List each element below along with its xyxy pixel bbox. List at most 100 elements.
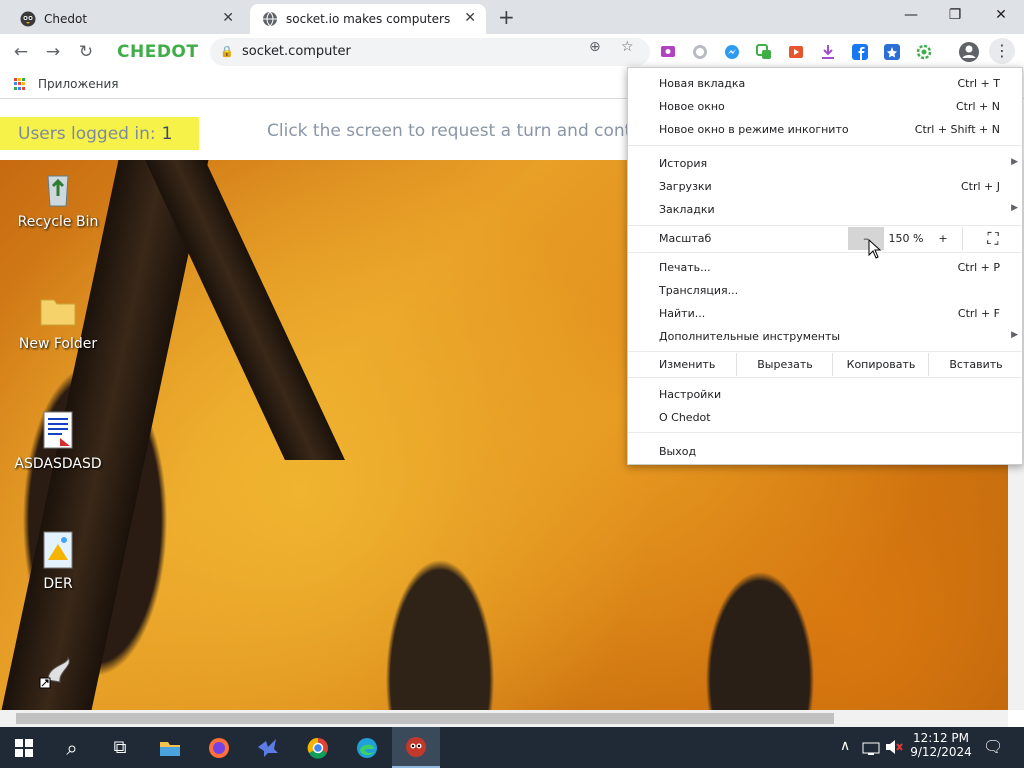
lock-icon[interactable]: 🔒 xyxy=(220,45,234,58)
back-button[interactable]: ← xyxy=(9,40,33,64)
restore-button[interactable]: ❐ xyxy=(932,0,978,30)
tray-chevron-icon[interactable]: ∧ xyxy=(840,738,850,754)
forward-button[interactable]: → xyxy=(41,40,65,64)
menu-item-label: Загрузки xyxy=(659,180,712,193)
minimize-button[interactable]: — xyxy=(888,0,934,30)
windows-taskbar: ⌕ ⧉ ∧ 12:12 PM 9/12/2024 🗨 xyxy=(0,727,1024,768)
tab-strip: Chedot ✕ socket.io makes computers ✕ + —… xyxy=(0,0,1024,34)
clock-date: 9/12/2024 xyxy=(910,745,972,759)
menu-separator xyxy=(628,225,1022,226)
menu-separator xyxy=(628,252,1022,253)
folder-icon xyxy=(38,290,78,330)
download-extension-icon[interactable] xyxy=(820,44,836,60)
close-window-button[interactable]: ✕ xyxy=(978,0,1024,30)
menu-item-shortcut: Ctrl + Shift + N xyxy=(914,123,1000,136)
menu-item-shortcut: Ctrl + J xyxy=(960,180,1000,193)
start-button[interactable] xyxy=(0,727,48,768)
menu-item-zoom: Масштаб – 150 % + ⛶ xyxy=(628,227,1022,250)
menu-item-downloads[interactable]: Загрузки Ctrl + J xyxy=(628,175,1022,198)
tab-chedot[interactable]: Chedot ✕ xyxy=(8,4,244,34)
menu-item-shortcut: Ctrl + P xyxy=(957,261,1000,274)
translate-extension-icon[interactable] xyxy=(756,44,772,60)
menu-item-label: Найти... xyxy=(659,307,706,320)
menu-item-exit[interactable]: Выход xyxy=(628,440,1022,463)
cut-button[interactable]: Вырезать xyxy=(736,353,833,376)
desktop-icon-asdasdasd[interactable]: ASDASDASD xyxy=(8,410,108,472)
firefox-icon[interactable] xyxy=(195,727,243,768)
menu-item-incognito[interactable]: Новое окно в режиме инкогнито Ctrl + Shi… xyxy=(628,118,1022,141)
copy-button[interactable]: Копировать xyxy=(832,353,929,376)
chrome-icon[interactable] xyxy=(294,727,342,768)
desktop-icon-recycle-bin[interactable]: Recycle Bin xyxy=(8,168,108,230)
close-tab-icon[interactable]: ✕ xyxy=(464,10,476,26)
bird-app-icon[interactable] xyxy=(244,727,292,768)
brand-logo[interactable]: CHEDOT xyxy=(117,42,198,62)
submenu-arrow-icon: ▶ xyxy=(1011,330,1018,340)
menu-item-history[interactable]: История ▶ xyxy=(628,152,1022,175)
reload-button[interactable]: ↻ xyxy=(74,40,98,64)
cast-extension-icon[interactable] xyxy=(660,44,676,60)
file-explorer-icon[interactable] xyxy=(146,727,194,768)
paste-button[interactable]: Вставить xyxy=(928,353,1023,376)
menu-item-label: Трансляция... xyxy=(659,284,739,297)
messenger-extension-icon[interactable] xyxy=(724,44,740,60)
menu-item-label: Дополнительные инструменты xyxy=(659,330,841,343)
image-file-icon xyxy=(38,530,78,570)
settings-extension-icon[interactable] xyxy=(916,44,932,60)
menu-button[interactable]: ⋮ xyxy=(989,38,1015,64)
shortcut-icon xyxy=(38,650,78,690)
address-bar[interactable]: 🔒 socket.computer xyxy=(210,38,650,66)
notifications-icon[interactable]: 🗨 xyxy=(983,737,1003,756)
menu-item-settings[interactable]: Настройки xyxy=(628,383,1022,406)
menu-item-label: Печать... xyxy=(659,261,711,274)
tab-title: Chedot xyxy=(44,12,88,26)
url-text[interactable]: socket.computer xyxy=(242,44,351,59)
menu-item-print[interactable]: Печать... Ctrl + P xyxy=(628,256,1022,279)
desktop-icon-label: New Folder xyxy=(18,336,98,352)
users-count: 1 xyxy=(161,123,173,144)
start-icon xyxy=(15,738,33,757)
close-tab-icon[interactable]: ✕ xyxy=(222,10,234,26)
menu-item-bookmarks[interactable]: Закладки ▶ xyxy=(628,198,1022,221)
network-icon[interactable] xyxy=(862,740,880,760)
bookmark-star-icon[interactable]: ☆ xyxy=(621,39,634,55)
tab-socket-io[interactable]: socket.io makes computers ✕ xyxy=(250,4,486,34)
desktop-icon-label: DER xyxy=(43,576,73,592)
menu-separator xyxy=(628,432,1022,433)
menu-item-label: Новая вкладка xyxy=(659,77,746,90)
zoom-indicator-icon[interactable]: ⊕ xyxy=(589,39,601,55)
submenu-arrow-icon: ▶ xyxy=(1011,157,1018,167)
whatsapp-extension-icon[interactable] xyxy=(692,44,708,60)
menu-item-find[interactable]: Найти... Ctrl + F xyxy=(628,302,1022,325)
menu-item-label: Закладки xyxy=(659,203,715,216)
facebook-extension-icon[interactable] xyxy=(852,44,868,60)
users-label: Users logged in: xyxy=(18,123,156,144)
menu-separator xyxy=(628,377,1022,378)
search-icon[interactable]: ⌕ xyxy=(48,727,96,768)
desktop-icon-der[interactable]: DER xyxy=(8,530,108,592)
menu-item-new-tab[interactable]: Новая вкладка Ctrl + T xyxy=(628,72,1022,95)
new-tab-button[interactable]: + xyxy=(498,5,515,29)
menu-item-label: История xyxy=(659,157,708,170)
menu-item-new-window[interactable]: Новое окно Ctrl + N xyxy=(628,95,1022,118)
video-extension-icon[interactable] xyxy=(788,44,804,60)
clock[interactable]: 12:12 PM 9/12/2024 xyxy=(910,731,972,759)
desktop-icon-shortcut[interactable] xyxy=(8,650,108,696)
zoom-in-button[interactable]: + xyxy=(928,227,958,250)
chedot-taskbar-icon[interactable] xyxy=(392,727,440,768)
vk-extension-icon[interactable] xyxy=(884,44,900,60)
fullscreen-button[interactable]: ⛶ xyxy=(962,227,1023,250)
volume-muted-icon[interactable] xyxy=(885,739,903,759)
apps-bookmark[interactable]: Приложения xyxy=(38,77,119,91)
menu-item-about[interactable]: О Chedot xyxy=(628,406,1022,429)
edge-icon[interactable] xyxy=(343,727,391,768)
profile-icon[interactable] xyxy=(958,41,980,67)
horizontal-scrollbar-thumb[interactable] xyxy=(16,713,834,724)
desktop-icon-new-folder[interactable]: New Folder xyxy=(8,290,108,352)
clock-time: 12:12 PM xyxy=(913,731,969,745)
task-view-icon[interactable]: ⧉ xyxy=(96,727,144,768)
menu-item-label: Масштаб xyxy=(659,232,712,245)
menu-item-more-tools[interactable]: Дополнительные инструменты ▶ xyxy=(628,325,1022,348)
menu-item-cast[interactable]: Трансляция... xyxy=(628,279,1022,302)
apps-grid-icon[interactable] xyxy=(14,78,26,90)
